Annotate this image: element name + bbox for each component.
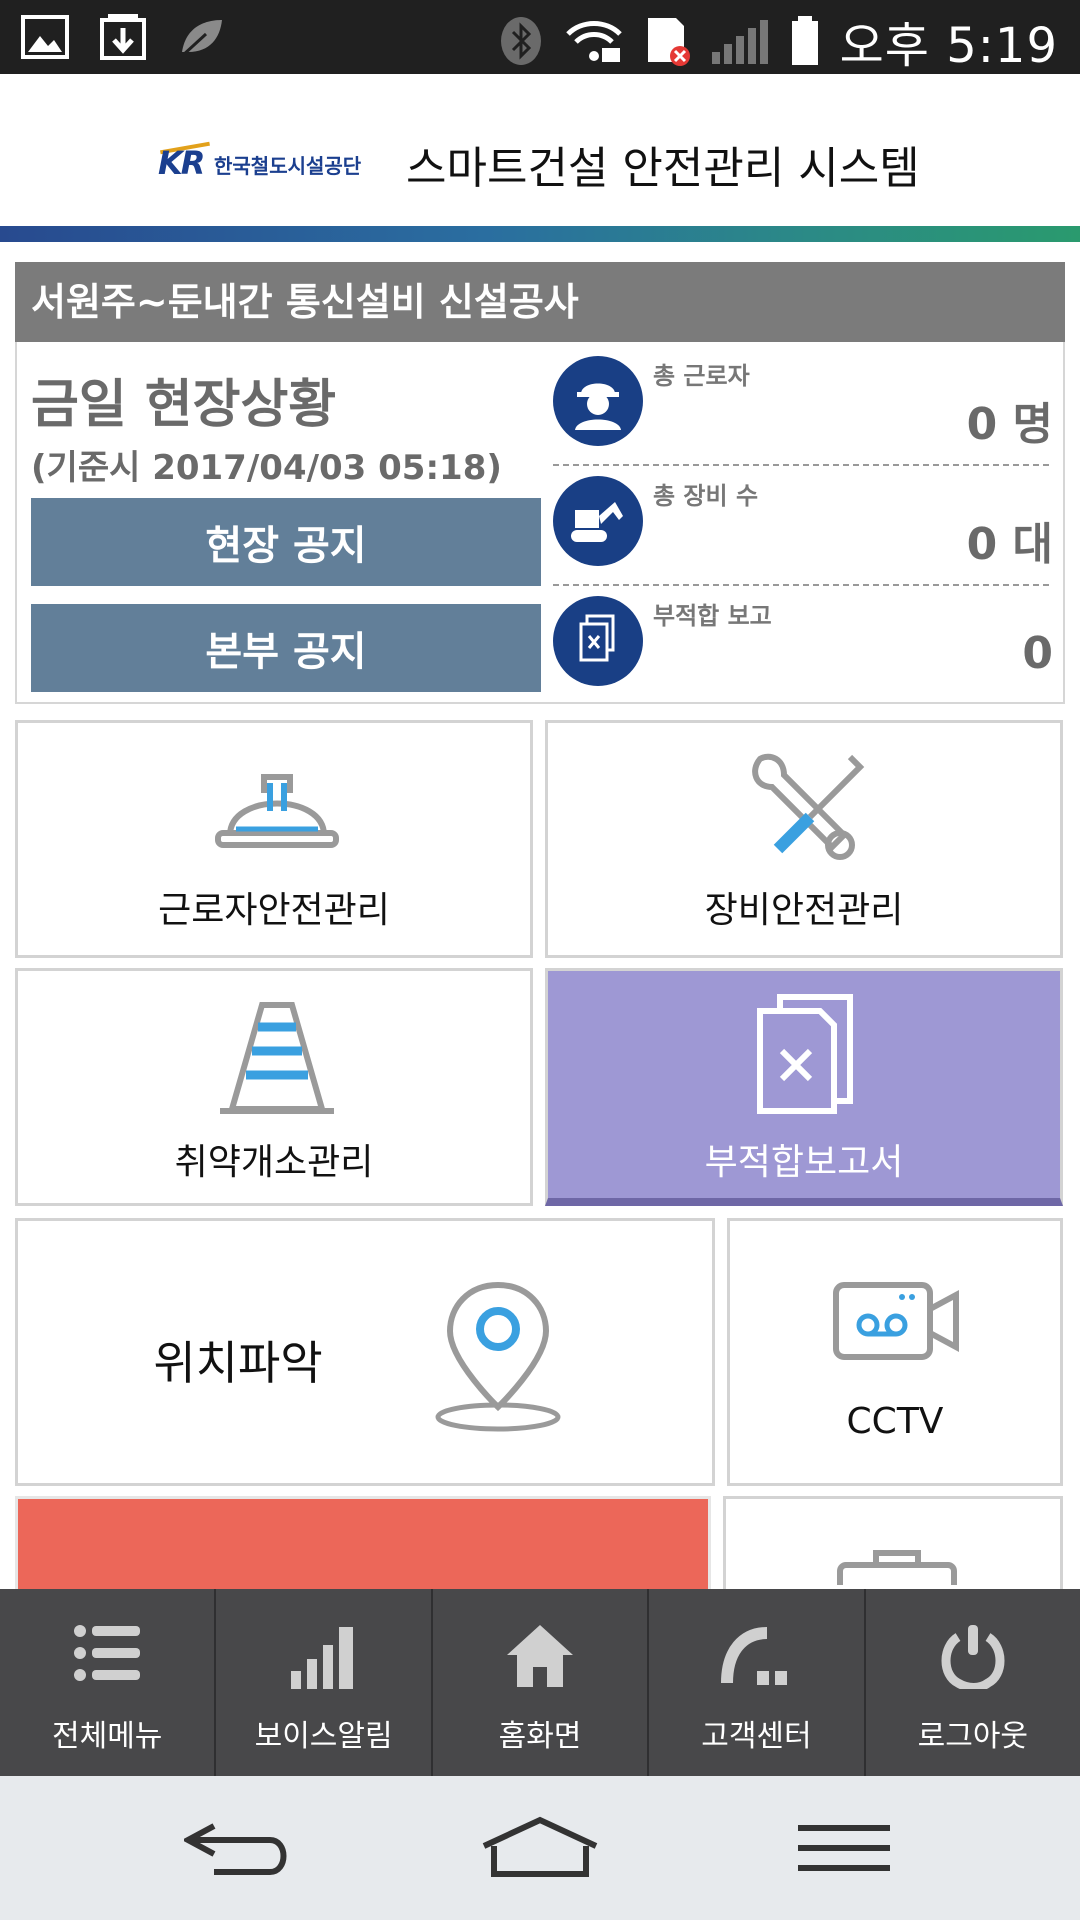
nav-all-menu[interactable]: 전체메뉴: [0, 1589, 217, 1776]
power-icon: [941, 1625, 1005, 1689]
hard-hat-icon: [215, 774, 339, 848]
stat-equipment-value: 0 대: [966, 519, 1053, 570]
nav-voice-alert[interactable]: 보이스알림: [216, 1589, 433, 1776]
nav-customer-center[interactable]: 고객센터: [649, 1589, 866, 1776]
excavator-icon: [553, 476, 643, 566]
headset-icon: [721, 1627, 788, 1685]
site-notice-button[interactable]: 현장 공지: [31, 498, 541, 586]
cctv-tile[interactable]: CCTV: [727, 1218, 1063, 1486]
site-name-bar: 서원주~둔내간 통신설비 신설공사: [15, 262, 1065, 342]
leaf-icon: [180, 20, 222, 58]
back-icon[interactable]: [184, 1816, 294, 1880]
app-title: 스마트건설 안전관리 시스템: [406, 143, 920, 194]
battery-icon: [791, 16, 818, 65]
traffic-cone-icon: [220, 1002, 334, 1114]
clock: 오후 5:19: [839, 18, 1058, 74]
gallery-icon: [21, 15, 69, 59]
wifi-lock-icon: [565, 21, 622, 62]
list-icon: [74, 1625, 141, 1681]
kr-logo: KR 한국철도시설공단: [158, 141, 378, 182]
location-pin-icon: [435, 1281, 561, 1432]
signal-icon: [711, 20, 768, 64]
header-stripe: [0, 226, 1080, 242]
status-bar: 오후 5:19: [0, 0, 1080, 74]
stat-nonconformity: 부적합 보고 0: [553, 586, 1053, 706]
nonconformity-report-tile[interactable]: 부적합보고서: [545, 968, 1063, 1206]
download-icon: [100, 14, 146, 60]
bluetooth-icon: [500, 17, 541, 65]
stat-equipment: 총 장비 수 0 대: [553, 466, 1053, 586]
video-camera-icon: [833, 1282, 959, 1360]
stat-workers: 총 근로자 0 명: [553, 346, 1053, 466]
document-x-icon: [553, 596, 643, 686]
equipment-safety-tile[interactable]: 장비안전관리: [545, 720, 1063, 958]
tools-icon: [752, 753, 865, 860]
sim-error-icon: [647, 18, 690, 66]
today-timestamp: (기준시 2017/04/03 05:18): [31, 448, 502, 488]
briefcase-icon: [837, 1550, 957, 1585]
today-status-title: 금일 현장상황: [31, 375, 337, 435]
vulnerable-area-tile[interactable]: 취약개소관리: [15, 968, 533, 1206]
worker-icon: [553, 356, 643, 446]
nav-home[interactable]: 홈화면: [433, 1589, 650, 1776]
home-nav-icon[interactable]: [480, 1816, 600, 1880]
home-icon: [507, 1625, 574, 1687]
stat-workers-value: 0 명: [966, 399, 1053, 450]
android-nav-bar: [0, 1776, 1080, 1920]
document-x-icon: [757, 994, 853, 1114]
worker-safety-tile[interactable]: 근로자안전관리: [15, 720, 533, 958]
app-header: KR 한국철도시설공단 스마트건설 안전관리 시스템: [0, 74, 1080, 242]
today-status-panel: 금일 현장상황 (기준시 2017/04/03 05:18) 현장 공지 본부 …: [15, 342, 1065, 704]
stat-nonconformity-value: 0: [1022, 628, 1053, 679]
bottom-nav: 전체메뉴 보이스알림 홈화면 고객센터 로그아웃: [0, 1589, 1080, 1776]
nav-logout[interactable]: 로그아웃: [866, 1589, 1080, 1776]
bars-icon: [290, 1627, 353, 1689]
location-tile[interactable]: 위치파악: [15, 1218, 715, 1486]
menu-icon[interactable]: [794, 1816, 894, 1880]
hq-notice-button[interactable]: 본부 공지: [31, 604, 541, 692]
